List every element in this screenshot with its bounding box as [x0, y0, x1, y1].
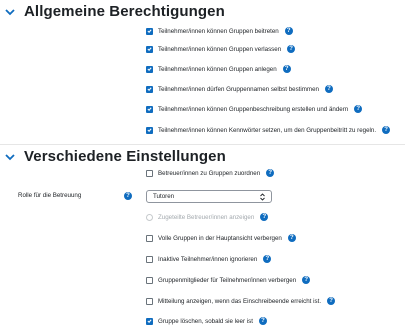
checkbox[interactable] — [146, 297, 153, 305]
option-label: Teilnehmer/innen können Kennwörter setze… — [158, 126, 377, 134]
help-icon[interactable]: ? — [260, 213, 269, 221]
check-icon — [147, 29, 152, 33]
help-icon[interactable]: ? — [354, 105, 363, 113]
tutor-role-label: Rolle für die Betreuung — [18, 192, 82, 199]
help-icon[interactable]: ? — [124, 192, 132, 200]
checkbox[interactable] — [146, 169, 153, 177]
section-divider — [0, 144, 405, 145]
option-row: Volle Gruppen in der Hauptansicht verber… — [146, 232, 296, 244]
option-label: Volle Gruppen in der Hauptansicht verber… — [158, 234, 282, 242]
chevron-down-icon — [5, 8, 15, 15]
checkbox[interactable] — [146, 317, 153, 325]
option-row: Teilnehmer/innen können Kennwörter setze… — [146, 124, 391, 136]
help-icon[interactable]: ? — [327, 297, 336, 305]
option-row: Inaktive Teilnehmer/innen ignorieren ? — [146, 253, 272, 265]
option-label: Gruppe löschen, sobald sie leer ist — [158, 317, 253, 325]
option-label: Gruppenmitglieder für Teilnehmer/innen v… — [158, 276, 297, 284]
tutor-role-value: Tutoren — [153, 193, 175, 200]
option-row: Teilnehmer/innen können Gruppen verlasse… — [146, 43, 296, 55]
option-label: Zugeteilte Betreuer/innen anzeigen — [158, 213, 255, 221]
help-icon[interactable]: ? — [266, 169, 275, 177]
option-label: Teilnehmer/innen können Gruppenbeschreib… — [158, 105, 349, 113]
help-icon[interactable]: ? — [282, 65, 291, 73]
checkbox[interactable] — [146, 27, 153, 35]
option-label: Inaktive Teilnehmer/innen ignorieren — [158, 255, 258, 263]
checkbox[interactable] — [146, 126, 153, 134]
option-label: Teilnehmer/innen können Gruppen verlasse… — [158, 45, 282, 53]
section-title: Allgemeine Berechtigungen — [24, 3, 225, 20]
checkbox[interactable] — [146, 105, 153, 113]
option-label: Mitteilung anzeigen, wenn das Einschreib… — [158, 297, 322, 305]
option-row: Teilnehmer/innen können Gruppen beitrete… — [146, 25, 293, 37]
help-icon[interactable]: ? — [284, 27, 293, 35]
check-icon — [147, 128, 152, 132]
section-header-allgemeine-berechtigungen[interactable]: Allgemeine Berechtigungen — [4, 3, 225, 20]
help-icon[interactable]: ? — [287, 234, 296, 242]
tutor-role-select[interactable]: Tutoren — [146, 190, 272, 203]
check-icon — [147, 87, 152, 91]
option-row: Teilnehmer/innen dürfen Gruppennamen sel… — [146, 83, 333, 95]
chevron-down-icon — [5, 153, 15, 160]
select-arrows-icon — [260, 192, 265, 201]
checkbox[interactable] — [146, 45, 153, 53]
check-icon — [147, 47, 152, 51]
option-row: Mitteilung anzeigen, wenn das Einschreib… — [146, 295, 336, 307]
help-icon[interactable]: ? — [263, 255, 272, 263]
help-icon[interactable]: ? — [258, 317, 267, 325]
section-title: Verschiedene Einstellungen — [24, 148, 226, 165]
check-icon — [147, 67, 152, 71]
checkbox[interactable] — [146, 255, 153, 263]
option-row: Teilnehmer/innen können Gruppen anlegen … — [146, 63, 291, 75]
check-icon — [147, 107, 152, 111]
option-label: Teilnehmer/innen dürfen Gruppennamen sel… — [158, 85, 319, 93]
option-row: Zugeteilte Betreuer/innen anzeigen ? — [146, 211, 269, 223]
help-icon[interactable]: ? — [324, 85, 333, 93]
option-row: Gruppenmitglieder für Teilnehmer/innen v… — [146, 274, 311, 286]
checkbox[interactable] — [146, 65, 153, 73]
checkbox[interactable] — [146, 234, 153, 242]
option-row: Teilnehmer/innen können Gruppenbeschreib… — [146, 103, 363, 115]
help-icon[interactable]: ? — [287, 45, 296, 53]
radio-disabled — [146, 213, 153, 221]
check-icon — [147, 319, 152, 323]
option-label: Betreuer/innen zu Gruppen zuordnen — [158, 169, 261, 177]
checkbox[interactable] — [146, 85, 153, 93]
option-label: Teilnehmer/innen können Gruppen beitrete… — [158, 27, 279, 35]
section-header-verschiedene-einstellungen[interactable]: Verschiedene Einstellungen — [4, 148, 226, 165]
help-icon[interactable]: ? — [302, 276, 311, 284]
option-label: Teilnehmer/innen können Gruppen anlegen — [158, 65, 277, 73]
option-row: Betreuer/innen zu Gruppen zuordnen ? — [146, 167, 275, 179]
option-row: Gruppe löschen, sobald sie leer ist ? — [146, 315, 267, 327]
help-icon[interactable]: ? — [382, 126, 391, 134]
checkbox[interactable] — [146, 276, 153, 284]
